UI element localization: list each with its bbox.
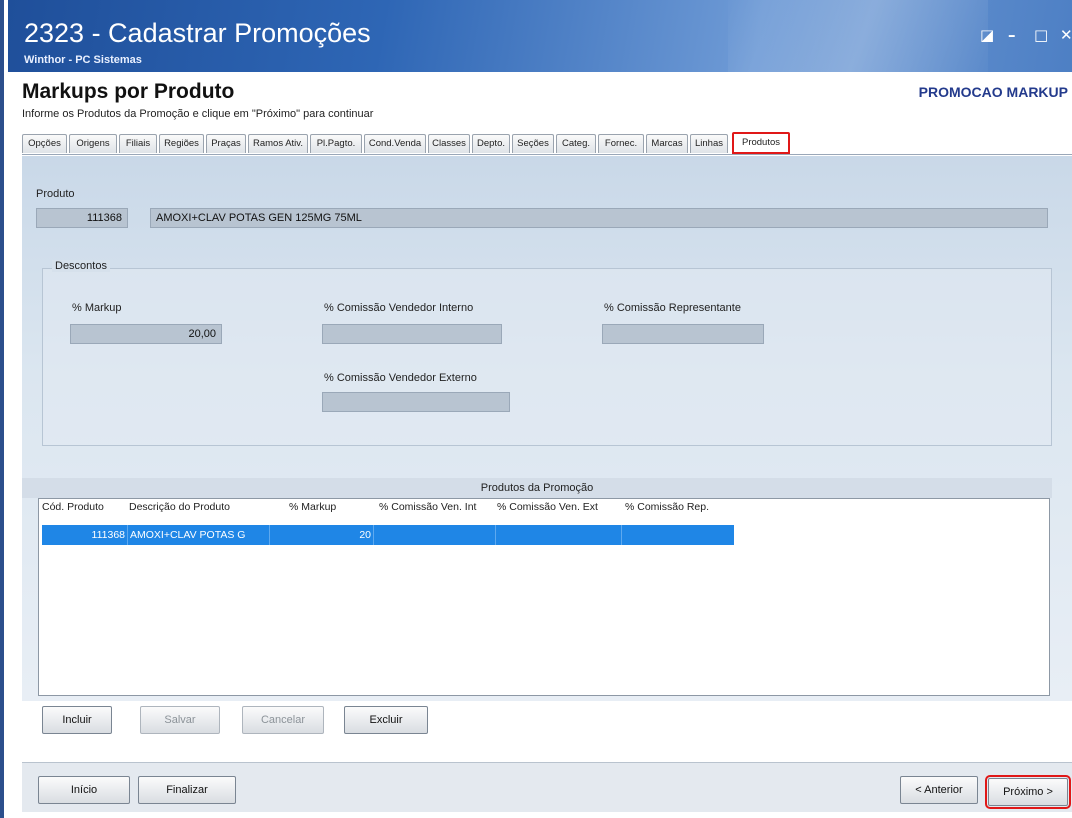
page-title: Markups por Produto — [22, 80, 235, 103]
salvar-button[interactable]: Salvar — [140, 706, 220, 734]
comissao-representante-input[interactable] — [602, 324, 764, 344]
tab-origens[interactable]: Origens — [69, 134, 117, 153]
tab-opcoes[interactable]: Opções — [22, 134, 67, 153]
cell-comissao-rep — [622, 525, 734, 545]
produto-label: Produto — [36, 188, 75, 200]
comissao-vendedor-externo-label: % Comissão Vendedor Externo — [324, 372, 477, 384]
tab-secoes[interactable]: Seções — [512, 134, 554, 153]
markup-input[interactable]: 20,00 — [70, 324, 222, 344]
col-comissao-int[interactable]: % Comissão Ven. Int — [379, 501, 494, 513]
cell-markup: 20 — [270, 525, 374, 545]
tab-produtos[interactable]: Produtos — [732, 132, 790, 154]
table-row[interactable]: 111368 AMOXI+CLAV POTAS G 20 — [42, 525, 734, 545]
proximo-button[interactable]: Próximo > — [985, 775, 1071, 809]
tab-cond-venda[interactable]: Cond.Venda — [364, 134, 426, 153]
descontos-group — [42, 268, 1052, 446]
tab-strip: Opções Origens Filiais Regiões Praças Ra… — [22, 131, 1072, 155]
tab-fornec[interactable]: Fornec. — [598, 134, 644, 153]
title-bar[interactable]: 2323 - Cadastrar Promoções Winthor - PC … — [8, 0, 1072, 72]
tab-filiais[interactable]: Filiais — [119, 134, 157, 153]
tab-regioes[interactable]: Regiões — [159, 134, 204, 153]
window-subtitle: Winthor - PC Sistemas — [24, 54, 142, 66]
comissao-vendedor-interno-label: % Comissão Vendedor Interno — [324, 302, 474, 314]
tab-classes[interactable]: Classes — [428, 134, 470, 153]
col-descricao[interactable]: Descrição do Produto — [129, 501, 230, 513]
grid-title: Produtos da Promoção — [22, 478, 1052, 498]
cell-comissao-ext — [496, 525, 622, 545]
window-title: 2323 - Cadastrar Promoções — [24, 18, 371, 48]
instruction-text: Informe os Produtos da Promoção e clique… — [22, 108, 374, 120]
cancelar-button[interactable]: Cancelar — [242, 706, 324, 734]
finalizar-button[interactable]: Finalizar — [138, 776, 236, 804]
maximize-button[interactable]: □ — [1034, 26, 1048, 44]
tab-ramos-ativ[interactable]: Ramos Ativ. — [248, 134, 308, 153]
inicio-button[interactable]: Início — [38, 776, 130, 804]
excluir-button[interactable]: Excluir — [344, 706, 428, 734]
tab-pracas[interactable]: Praças — [206, 134, 246, 153]
col-comissao-ext[interactable]: % Comissão Ven. Ext — [497, 501, 622, 513]
comissao-vendedor-interno-input[interactable] — [322, 324, 502, 344]
cell-codigo: 111368 — [42, 525, 128, 545]
minimize-button[interactable]: – — [1008, 26, 1016, 44]
help-icon[interactable]: ◪ — [980, 26, 994, 44]
close-button[interactable]: ✕ — [1060, 26, 1072, 44]
cell-comissao-int — [374, 525, 496, 545]
tab-categ[interactable]: Categ. — [556, 134, 596, 153]
cell-descricao: AMOXI+CLAV POTAS G — [128, 525, 270, 545]
produto-code-input[interactable]: 111368 — [36, 208, 128, 228]
tab-linhas[interactable]: Linhas — [690, 134, 728, 153]
products-grid[interactable]: Cód. Produto Descrição do Produto % Mark… — [38, 498, 1050, 696]
col-markup[interactable]: % Markup — [289, 501, 336, 513]
markup-label: % Markup — [72, 302, 122, 314]
anterior-button[interactable]: < Anterior — [900, 776, 978, 804]
tab-pl-pagto[interactable]: Pl.Pagto. — [310, 134, 362, 153]
main-window: 2323 - Cadastrar Promoções Winthor - PC … — [0, 0, 1072, 818]
incluir-button[interactable]: Incluir — [42, 706, 112, 734]
comissao-representante-label: % Comissão Representante — [604, 302, 741, 314]
descontos-label: Descontos — [52, 260, 110, 272]
promotion-name: PROMOCAO MARKUP — [918, 84, 1068, 100]
tab-depto[interactable]: Depto. — [472, 134, 510, 153]
col-comissao-rep[interactable]: % Comissão Rep. — [625, 501, 709, 513]
tab-marcas[interactable]: Marcas — [646, 134, 688, 153]
col-codigo[interactable]: Cód. Produto — [42, 501, 104, 513]
produto-description-field: AMOXI+CLAV POTAS GEN 125MG 75ML — [150, 208, 1048, 228]
comissao-vendedor-externo-input[interactable] — [322, 392, 510, 412]
